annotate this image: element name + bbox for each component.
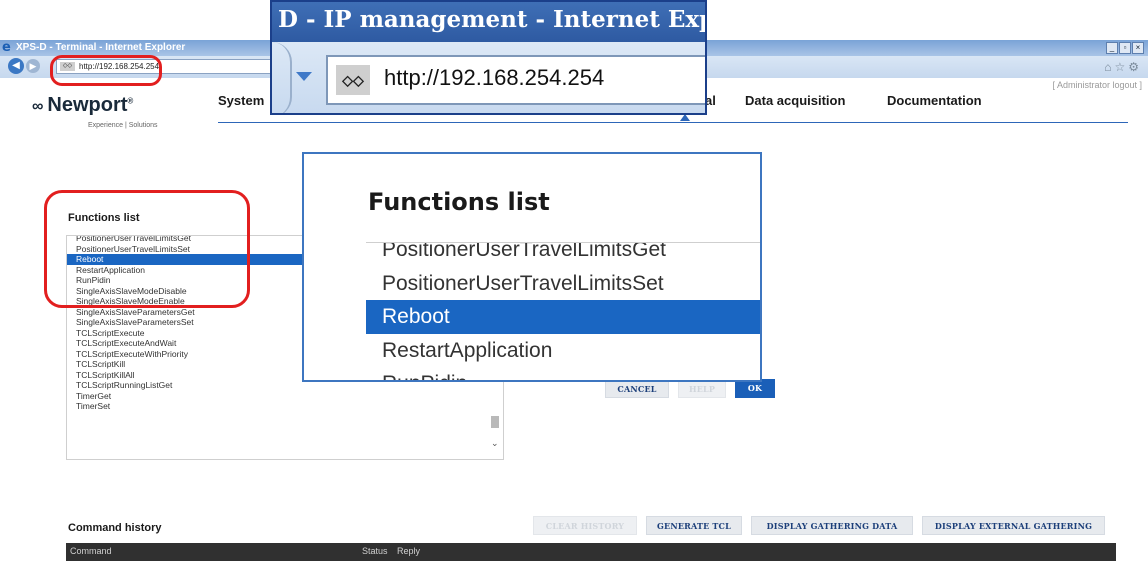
site-icon: ◇◇: [336, 65, 370, 95]
nav-data-acquisition[interactable]: Data acquisition: [745, 93, 845, 108]
forward-button[interactable]: ▶: [26, 59, 40, 73]
zoom-callout-address: D - IP management - Internet Explo ◇◇ ht…: [270, 0, 707, 115]
zoom-address-url: http://192.168.254.254: [384, 65, 605, 90]
window-controls: _ ▫ ×: [1106, 42, 1144, 54]
command-history-header: Command Status Reply: [66, 543, 1116, 561]
highlight-ring-functions: [44, 190, 250, 308]
star-icon[interactable]: ☆: [1114, 60, 1128, 74]
nav-active-caret: [680, 114, 690, 121]
scrollbar-thumb[interactable]: [491, 416, 499, 428]
highlight-ring-address: [50, 55, 162, 86]
newport-mark-icon: ∞: [32, 98, 44, 115]
display-external-gathering-button[interactable]: DISPLAY EXTERNAL GATHERING: [922, 516, 1105, 535]
home-icon[interactable]: ⌂: [1104, 60, 1114, 74]
list-item: RestartApplication: [382, 338, 553, 362]
column-command: Command: [70, 546, 112, 556]
restore-button[interactable]: ▫: [1119, 42, 1131, 54]
dropdown-arrow-icon[interactable]: [296, 72, 312, 81]
minimize-button[interactable]: _: [1106, 42, 1118, 54]
browser-tools: ⌂☆⚙: [1104, 60, 1142, 74]
zoom-functions-list: PositionerUserTravelLimitsGet Positioner…: [366, 242, 760, 380]
nav-underline: [218, 122, 1128, 123]
close-button[interactable]: ×: [1132, 42, 1144, 54]
column-status: Status: [362, 546, 388, 556]
display-gathering-data-button[interactable]: DISPLAY GATHERING DATA: [751, 516, 913, 535]
window-title: XPS-D - Terminal - Internet Explorer: [16, 42, 186, 53]
list-item[interactable]: TimerSet: [67, 401, 503, 412]
list-item: PositionerUserTravelLimitsGet: [382, 242, 666, 261]
admin-logout-link[interactable]: [ Administrator logout ]: [1052, 80, 1142, 90]
nav-system[interactable]: System: [218, 93, 264, 108]
zoom-functions-title: Functions list: [368, 188, 550, 216]
gear-icon[interactable]: ⚙: [1128, 60, 1142, 74]
brand-tagline: Experience | Solutions: [88, 122, 158, 129]
list-item: PositionerUserTravelLimitsSet: [382, 271, 664, 295]
list-item: RunPidin: [366, 367, 760, 380]
nav-documentation[interactable]: Documentation: [887, 93, 982, 108]
clear-history-button[interactable]: CLEAR HISTORY: [533, 516, 637, 535]
newport-logo[interactable]: ∞ Newport® Experience | Solutions: [32, 94, 158, 129]
back-button[interactable]: ◀: [8, 58, 24, 74]
zoom-forward-edge: [272, 42, 292, 113]
generate-tcl-button[interactable]: GENERATE TCL: [646, 516, 742, 535]
zoom-address-field[interactable]: ◇◇ http://192.168.254.254: [326, 55, 705, 105]
command-history-title: Command history: [68, 522, 162, 534]
zoom-window-title: D - IP management - Internet Explo: [278, 6, 707, 33]
functions-scrollbar[interactable]: ⌄: [491, 386, 500, 456]
chevron-down-icon[interactable]: ⌄: [491, 438, 499, 449]
zoom-title-bar: D - IP management - Internet Explo: [272, 2, 705, 42]
list-item-selected: Reboot: [366, 300, 760, 334]
internet-explorer-icon: e: [2, 40, 11, 55]
list-item[interactable]: TimerGet: [67, 391, 503, 402]
zoom-callout-functions: Functions list PositionerUserTravelLimit…: [302, 152, 762, 382]
column-reply: Reply: [397, 546, 421, 556]
brand-name: Newport: [47, 94, 128, 116]
